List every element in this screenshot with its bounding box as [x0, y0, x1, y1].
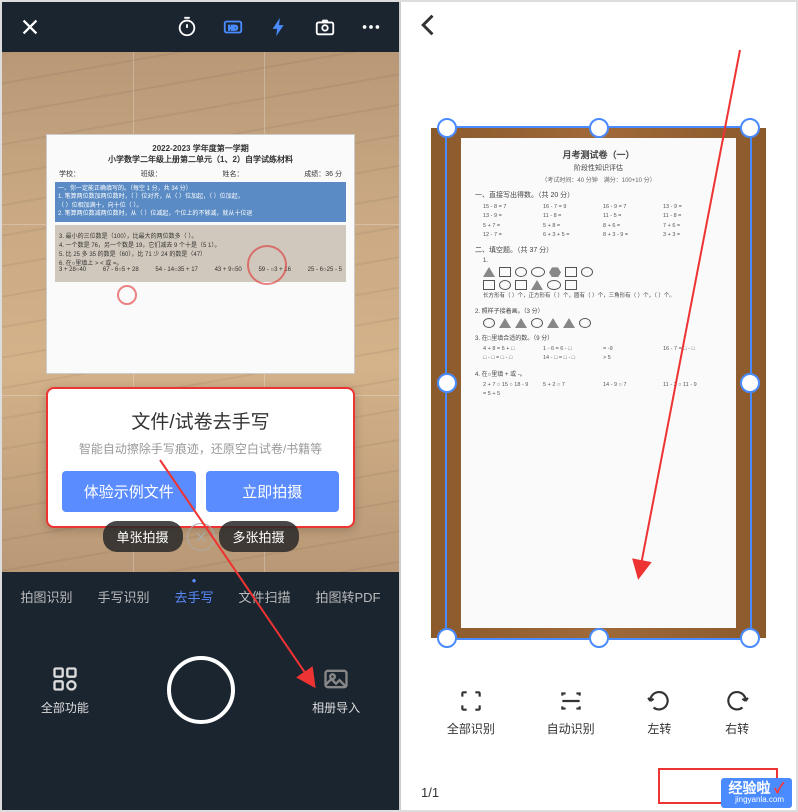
crop-app-panel: 月考测试卷（一） 阶段性知识评估 （考试时间：40 分钟 满分：100+10 分… [399, 2, 796, 810]
full-recognize-button[interactable]: 全部识别 [447, 688, 495, 737]
crop-handle-ml[interactable] [437, 373, 457, 393]
flash-icon[interactable] [265, 13, 293, 41]
crop-area: 月考测试卷（一） 阶段性知识评估 （考试时间：40 分钟 满分：100+10 分… [421, 108, 776, 658]
sample-file-button[interactable]: 体验示例文件 [62, 471, 196, 512]
grid-icon [51, 665, 79, 693]
tab-image-ocr[interactable]: 拍图识别 [20, 587, 72, 606]
tab-handwriting-ocr[interactable]: 手写识别 [97, 587, 149, 606]
crop-handle-tl[interactable] [437, 118, 457, 138]
shutter-button[interactable] [167, 656, 235, 724]
crop-frame[interactable] [445, 126, 752, 640]
feature-popup: 文件/试卷去手写 智能自动擦除手写痕迹，还原空白试卷/书籍等 体验示例文件 立即… [46, 387, 355, 528]
close-icon[interactable] [16, 13, 44, 41]
camera-flip-icon[interactable] [311, 13, 339, 41]
document-preview: 2022-2023 学年度第一学期 小学数学二年级上册第二单元（1、2）自学试练… [46, 134, 355, 374]
crop-handle-br[interactable] [740, 628, 760, 648]
doc-title: 小学数学二年级上册第二单元（1、2）自学试练材料 [59, 154, 342, 165]
crop-handle-tm[interactable] [589, 118, 609, 138]
popup-title: 文件/试卷去手写 [62, 407, 339, 434]
crop-handle-mr[interactable] [740, 373, 760, 393]
timer-icon[interactable] [173, 13, 201, 41]
all-features-button[interactable]: 全部功能 [41, 665, 89, 716]
multi-shot-chip[interactable]: 多张拍摄 [219, 521, 299, 552]
image-icon [322, 665, 350, 693]
album-import-button[interactable]: 相册导入 [312, 665, 360, 716]
auto-recognize-button[interactable]: 自动识别 [547, 688, 595, 737]
watermark: 经验啦 ✓ jingyanla.com [721, 778, 792, 808]
camera-viewport: 2022-2023 学年度第一学期 小学数学二年级上册第二单元（1、2）自学试练… [2, 52, 399, 572]
svg-text:HD: HD [228, 25, 238, 32]
rotate-left-button[interactable]: 左转 [646, 688, 672, 737]
crop-topbar [401, 2, 796, 48]
tab-file-scan[interactable]: 文件扫描 [238, 587, 290, 606]
back-icon[interactable] [415, 11, 443, 39]
crop-handle-bl[interactable] [437, 628, 457, 648]
camera-bottom-bar: 全部功能 相册导入 [2, 620, 399, 760]
single-shot-chip[interactable]: 单张拍摄 [102, 521, 182, 552]
hd-icon[interactable]: HD [219, 13, 247, 41]
more-icon[interactable] [357, 13, 385, 41]
shot-mode-chips: 单张拍摄 多张拍摄 [102, 521, 298, 552]
camera-topbar: HD [2, 2, 399, 52]
crop-actions: 全部识别 自动识别 左转 右转 [401, 678, 796, 747]
rotate-right-button[interactable]: 右转 [724, 688, 750, 737]
tab-remove-handwriting[interactable]: 去手写 [174, 587, 213, 606]
camera-app-panel: HD 2022-2023 学年度第一学期 小学数学二年级上册第二单元（1、2）自… [2, 2, 399, 810]
tab-to-pdf[interactable]: 拍图转PDF [315, 587, 380, 606]
doc-year: 2022-2023 学年度第一学期 [59, 143, 342, 154]
chip-close-icon[interactable] [187, 523, 215, 551]
shoot-now-button[interactable]: 立即拍摄 [206, 471, 340, 512]
page-indicator: 1/1 [421, 785, 439, 800]
crop-handle-bm[interactable] [589, 628, 609, 648]
mode-tabs: 拍图识别 手写识别 去手写 文件扫描 拍图转PDF [2, 572, 399, 620]
popup-subtitle: 智能自动擦除手写痕迹，还原空白试卷/书籍等 [62, 440, 339, 457]
crop-handle-tr[interactable] [740, 118, 760, 138]
